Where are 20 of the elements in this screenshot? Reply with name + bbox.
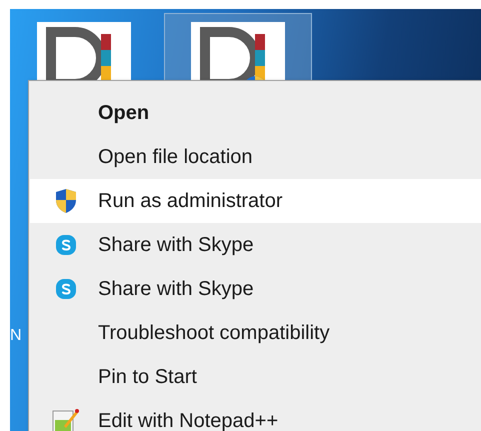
skype-icon [55,278,77,300]
menu-item[interactable]: Share with Skype [30,267,481,311]
shield-icon [54,188,78,214]
menu-item-label: Open file location [98,145,253,170]
skype-icon [55,234,77,256]
menu-item-label: Edit with Notepad++ [98,409,278,431]
menu-item[interactable]: Open [30,91,481,135]
menu-item-label: Troubleshoot compatibility [98,321,330,346]
menu-item[interactable]: Troubleshoot compatibility [30,311,481,355]
menu-item-label: Pin to Start [98,365,197,390]
menu-item-label: Share with Skype [98,277,254,302]
menu-item-label: Share with Skype [98,233,254,258]
menu-item[interactable]: Open file location [30,135,481,179]
menu-item-label: Run as administrator [98,189,283,214]
menu-item[interactable]: Share with Skype [30,223,481,267]
menu-item[interactable]: Edit with Notepad++ [30,399,481,431]
menu-item-label: Open [98,101,150,126]
menu-item[interactable]: Run as administrator [30,179,481,223]
menu-item[interactable]: Pin to Start [30,355,481,399]
desktop-label: N [10,327,22,345]
